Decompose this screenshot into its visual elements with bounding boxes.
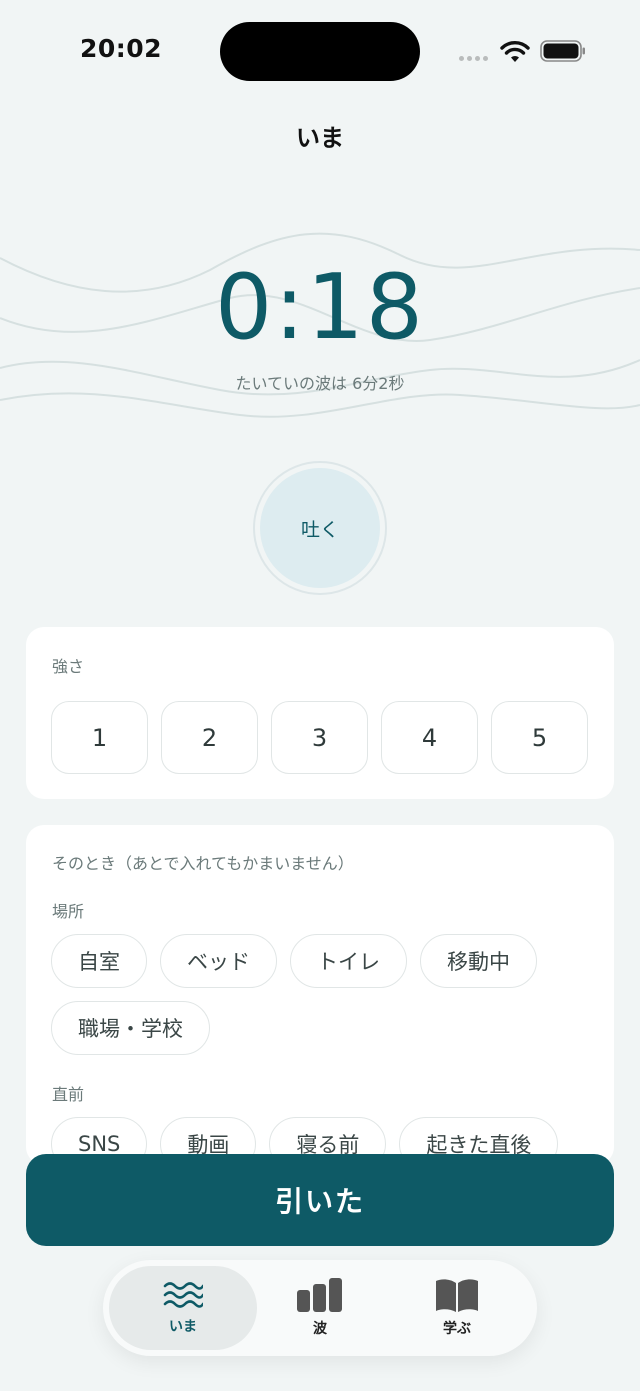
strength-option-1[interactable]: 1 <box>51 701 148 774</box>
strength-card: 強さ 1 2 3 4 5 <box>26 627 614 799</box>
strength-option-5[interactable]: 5 <box>491 701 588 774</box>
strength-option-3[interactable]: 3 <box>271 701 368 774</box>
context-card: そのとき（あとで入れてもかまいません） 場所 自室 ベッド トイレ 移動中 職場… <box>26 825 614 1165</box>
cellular-signal-icon <box>459 56 488 61</box>
status-bar: 20:02 <box>0 0 640 100</box>
place-chip-room[interactable]: 自室 <box>51 934 147 988</box>
tab-waves[interactable]: 波 <box>246 1266 394 1350</box>
before-label: 直前 <box>52 1085 85 1104</box>
waves-icon <box>163 1282 203 1308</box>
tab-now[interactable]: いま <box>109 1266 257 1350</box>
bar-chart-icon <box>297 1278 342 1312</box>
book-icon <box>436 1279 478 1312</box>
breath-guide[interactable]: 吐く <box>253 461 387 595</box>
tab-bar: いま 波 学ぶ <box>103 1260 537 1356</box>
strength-option-4[interactable]: 4 <box>381 701 478 774</box>
timer-caption: たいていの波は 6分2秒 <box>235 374 405 393</box>
place-chips: 自室 ベッド トイレ 移動中 職場・学校 <box>26 934 614 1055</box>
place-chip-bed[interactable]: ベッド <box>160 934 277 988</box>
status-time: 20:02 <box>80 34 163 63</box>
breath-guide-label: 吐く <box>260 468 380 588</box>
tab-learn-label: 学ぶ <box>443 1321 471 1337</box>
urge-passed-button[interactable]: 引いた <box>26 1154 614 1246</box>
battery-icon <box>540 40 585 62</box>
page-title: いま <box>296 124 344 152</box>
tab-learn[interactable]: 学ぶ <box>383 1266 531 1350</box>
place-chip-moving[interactable]: 移動中 <box>420 934 537 988</box>
strength-option-2[interactable]: 2 <box>161 701 258 774</box>
strength-selector: 1 2 3 4 5 <box>51 701 588 774</box>
tab-now-label: いま <box>169 1319 197 1335</box>
tab-waves-label: 波 <box>313 1321 327 1337</box>
place-chip-work-school[interactable]: 職場・学校 <box>51 1001 210 1055</box>
urge-timer: 0:18 <box>214 255 426 360</box>
strength-label: 強さ <box>52 657 85 676</box>
place-label: 場所 <box>52 902 85 921</box>
place-chip-toilet[interactable]: トイレ <box>290 934 407 988</box>
wifi-icon <box>500 41 530 62</box>
dynamic-island <box>220 22 420 81</box>
context-label: そのとき（あとで入れてもかまいません） <box>52 854 354 873</box>
